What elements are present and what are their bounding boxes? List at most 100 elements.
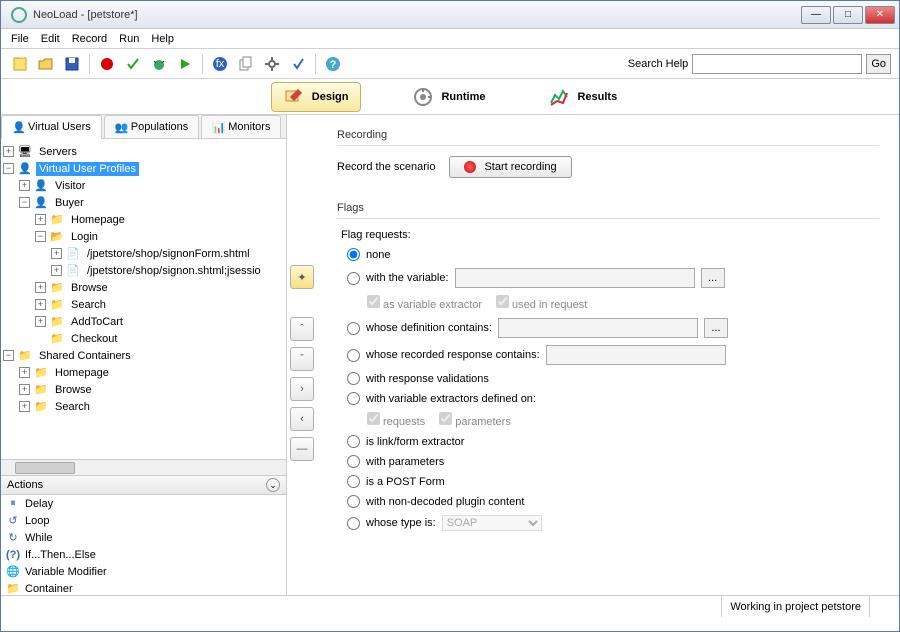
- actions-list[interactable]: ⏸Delay ↺Loop ↻While (?)If...Then...Else …: [1, 495, 286, 595]
- mode-design[interactable]: Design: [271, 82, 362, 112]
- menu-record[interactable]: Record: [66, 31, 113, 47]
- mode-results[interactable]: Results: [537, 83, 629, 111]
- bug-icon[interactable]: [148, 53, 170, 75]
- move-up-button[interactable]: ˆ: [290, 317, 314, 341]
- monitor-icon: 📊: [212, 121, 224, 133]
- fx-icon[interactable]: fx: [209, 53, 231, 75]
- users-icon: 👥: [115, 121, 127, 133]
- tree-search: +📁Search: [3, 296, 284, 313]
- radio-resp-valid[interactable]: [347, 372, 360, 385]
- radio-with-variable[interactable]: [347, 272, 360, 285]
- play-icon[interactable]: [174, 53, 196, 75]
- radio-var-extractors[interactable]: [347, 392, 360, 405]
- tree-sc-homepage: +📁Homepage: [3, 364, 284, 381]
- folder-icon: 📁: [49, 281, 65, 294]
- check-parameters[interactable]: [439, 412, 452, 425]
- search-input[interactable]: [692, 54, 862, 74]
- radio-non-decoded[interactable]: [347, 495, 360, 508]
- gear-icon[interactable]: [261, 53, 283, 75]
- tree-vup: −👤Virtual User Profiles: [3, 160, 284, 177]
- variable-browse-button[interactable]: ...: [701, 268, 725, 288]
- check-var-extractor[interactable]: [367, 295, 380, 308]
- def-browse-button[interactable]: ...: [704, 318, 728, 338]
- flag-link-form: is link/form extractor: [347, 435, 879, 448]
- action-container[interactable]: 📁Container: [1, 580, 286, 595]
- folder-icon: 📁: [49, 332, 65, 345]
- move-right-button[interactable]: ›: [290, 377, 314, 401]
- maximize-button[interactable]: □: [833, 6, 863, 24]
- tree-homepage: +📁Homepage: [3, 211, 284, 228]
- while-icon: ↻: [5, 531, 21, 544]
- flag-non-decoded: with non-decoded plugin content: [347, 495, 879, 508]
- check-icon[interactable]: [122, 53, 144, 75]
- radio-link-form[interactable]: [347, 435, 360, 448]
- flag-whose-type: whose type is: SOAP: [347, 515, 879, 531]
- tab-monitors[interactable]: 📊Monitors: [201, 115, 281, 138]
- extractors-subchecks: requests parameters: [367, 412, 879, 428]
- validate-icon[interactable]: [287, 53, 309, 75]
- radio-whose-type[interactable]: [347, 517, 360, 530]
- action-varmod[interactable]: 🌐Variable Modifier: [1, 563, 286, 580]
- flag-resp-contains: whose recorded response contains:: [347, 345, 879, 365]
- radio-def-contains[interactable]: [347, 322, 360, 335]
- folder-icon: 📁: [33, 366, 49, 379]
- check-requests[interactable]: [367, 412, 380, 425]
- menu-edit[interactable]: Edit: [35, 31, 66, 47]
- record-icon[interactable]: [96, 53, 118, 75]
- radio-post-form[interactable]: [347, 475, 360, 488]
- menu-help[interactable]: Help: [145, 31, 180, 47]
- actions-collapse-icon[interactable]: ⌄: [266, 478, 280, 492]
- action-while[interactable]: ↻While: [1, 529, 286, 546]
- action-delay[interactable]: ⏸Delay: [1, 495, 286, 512]
- folder-icon: 📁: [49, 213, 65, 226]
- results-icon: [549, 87, 569, 107]
- tab-virtual-users[interactable]: 👤Virtual Users: [1, 115, 102, 139]
- mode-runtime[interactable]: Runtime: [401, 83, 497, 111]
- statusbar: Working in project petstore: [1, 595, 899, 617]
- tree-sc-search: +📁Search: [3, 398, 284, 415]
- user-icon: 👤: [12, 121, 24, 133]
- save-icon[interactable]: [61, 53, 83, 75]
- search-go-button[interactable]: Go: [866, 54, 891, 74]
- question-icon: (?): [5, 549, 21, 561]
- move-left-button[interactable]: ‹: [290, 407, 314, 431]
- tree-servers: +🖥Servers: [3, 143, 284, 160]
- add-button[interactable]: ✦: [290, 265, 314, 289]
- move-down-button[interactable]: ˇ: [290, 347, 314, 371]
- actions-header: Actions ⌄: [1, 475, 286, 495]
- help-icon[interactable]: ?: [322, 53, 344, 75]
- tree-h-scrollbar[interactable]: [1, 459, 286, 475]
- new-icon[interactable]: [9, 53, 31, 75]
- radio-with-params[interactable]: [347, 455, 360, 468]
- window-title: NeoLoad - [petstore*]: [33, 9, 801, 21]
- menu-file[interactable]: File: [5, 31, 35, 47]
- tab-populations[interactable]: 👥Populations: [104, 115, 200, 138]
- type-select[interactable]: SOAP: [442, 515, 542, 531]
- start-recording-button[interactable]: Start recording: [449, 156, 571, 178]
- close-button[interactable]: ✕: [865, 6, 895, 24]
- menu-run[interactable]: Run: [113, 31, 145, 47]
- check-used-in-request[interactable]: [496, 295, 509, 308]
- action-ifthenelse[interactable]: (?)If...Then...Else: [1, 546, 286, 563]
- folder-icon: 📁: [49, 298, 65, 311]
- resp-contains-input[interactable]: [546, 345, 726, 365]
- radio-none[interactable]: [347, 248, 360, 261]
- minimize-button[interactable]: —: [801, 6, 831, 24]
- variable-input[interactable]: [455, 268, 695, 288]
- tree-view[interactable]: +🖥Servers −👤Virtual User Profiles +👤Visi…: [1, 139, 286, 459]
- toolbar: fx ? Search Help Go: [1, 49, 899, 79]
- app-icon: [11, 7, 27, 23]
- tree-visitor: +👤Visitor: [3, 177, 284, 194]
- pause-icon: ⏸: [5, 497, 21, 510]
- action-loop[interactable]: ↺Loop: [1, 512, 286, 529]
- copy-icon[interactable]: [235, 53, 257, 75]
- page-icon: 📄: [65, 247, 81, 260]
- folder-icon: 📁: [33, 400, 49, 413]
- flag-var-extractors: with variable extractors defined on:: [347, 392, 879, 405]
- def-contains-input[interactable]: [498, 318, 698, 338]
- open-icon[interactable]: [35, 53, 57, 75]
- remove-button[interactable]: —: [290, 437, 314, 461]
- record-label: Record the scenario: [337, 161, 435, 173]
- tree-browse: +📁Browse: [3, 279, 284, 296]
- radio-resp-contains[interactable]: [347, 349, 360, 362]
